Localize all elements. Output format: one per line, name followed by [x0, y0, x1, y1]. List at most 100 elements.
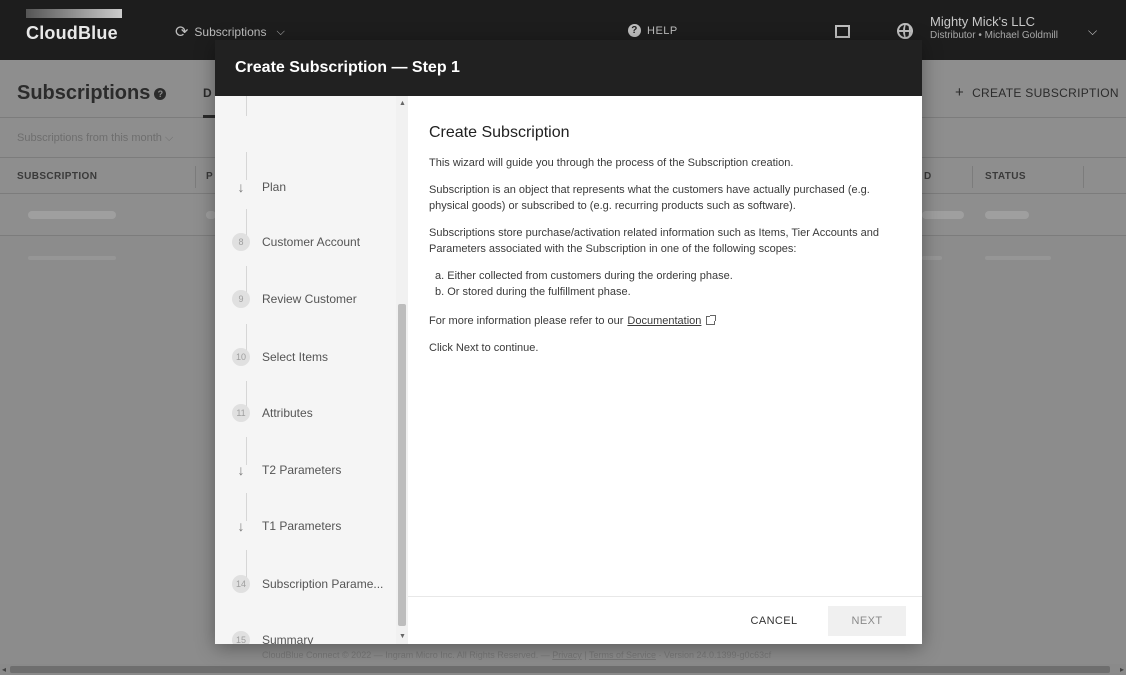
- skeleton-placeholder: [28, 211, 116, 219]
- step-t2-parameters[interactable]: ↓ T2 Parameters: [232, 460, 342, 480]
- scopes-paragraph: Subscriptions store purchase/activation …: [429, 227, 880, 255]
- skeleton-placeholder: [922, 256, 942, 260]
- tab-dashboard[interactable]: D: [203, 86, 212, 100]
- globe-icon[interactable]: [897, 23, 913, 39]
- column-divider: [195, 166, 196, 188]
- privacy-link[interactable]: Privacy: [552, 650, 582, 660]
- create-subscription-label: CREATE SUBSCRIPTION: [972, 86, 1119, 100]
- plus-icon: +: [955, 84, 965, 101]
- help-icon: ?: [628, 24, 641, 37]
- footer-copyright: CloudBlue Connect © 2022 — Ingram Micro …: [262, 650, 553, 660]
- external-link-icon[interactable]: [706, 315, 717, 325]
- footer: CloudBlue Connect © 2022 — Ingram Micro …: [262, 650, 771, 660]
- step-select-items[interactable]: 10 Select Items: [232, 347, 328, 367]
- skeleton-placeholder: [985, 211, 1029, 219]
- help-button[interactable]: ? HELP: [628, 24, 678, 37]
- step-label: Subscription Parame...: [262, 577, 384, 591]
- chat-icon[interactable]: [835, 25, 850, 38]
- create-subscription-button[interactable]: + CREATE SUBSCRIPTION: [955, 84, 1119, 101]
- step-customer-account[interactable]: 8 Customer Account: [232, 232, 360, 252]
- column-subscription[interactable]: SUBSCRIPTION: [17, 171, 97, 182]
- column-divider: [1083, 166, 1084, 188]
- step-subscription-parameters[interactable]: 14 Subscription Parame...: [232, 574, 383, 594]
- step-number: 14: [232, 575, 250, 593]
- logo-text: CloudBlue: [26, 23, 118, 43]
- cloudblue-logo[interactable]: CloudBlue: [18, 9, 128, 49]
- period-filter-label: Subscriptions from this month: [17, 132, 162, 144]
- documentation-paragraph: For more information please refer to our…: [429, 313, 899, 329]
- terms-link[interactable]: Terms of Service: [589, 650, 656, 660]
- column-divider: [972, 166, 973, 188]
- next-button[interactable]: NEXT: [828, 606, 906, 636]
- scroll-up-icon[interactable]: ▲: [399, 100, 406, 107]
- step-number: 9: [232, 290, 250, 308]
- step-plan[interactable]: ↓ Plan: [232, 177, 287, 197]
- documentation-prefix: For more information please refer to our: [429, 315, 624, 327]
- skeleton-placeholder: [922, 211, 964, 219]
- step-number: 8: [232, 233, 250, 251]
- chevron-down-icon: ⌵: [276, 25, 285, 38]
- scroll-right-icon[interactable]: ▸: [1120, 665, 1124, 674]
- continue-paragraph: Click Next to continue.: [429, 342, 539, 354]
- list-item: b. Or stored during the fulfillment phas…: [435, 286, 631, 298]
- period-filter[interactable]: Subscriptions from this month ⌵: [17, 132, 173, 145]
- step-t1-parameters[interactable]: ↓ T1 Parameters: [232, 516, 342, 536]
- help-label: HELP: [647, 24, 678, 37]
- step-label: Review Customer: [262, 292, 357, 306]
- scrollbar-thumb[interactable]: [398, 304, 406, 626]
- list-item: a. Either collected from customers durin…: [435, 270, 733, 282]
- skeleton-placeholder: [28, 256, 116, 260]
- step-label: Attributes: [262, 406, 313, 420]
- create-subscription-dialog: Create Subscription — Step 1 ↓ Plan 8 Cu…: [215, 40, 922, 644]
- page-title-text: Subscriptions: [17, 82, 151, 104]
- step-number: 10: [232, 348, 250, 366]
- step-label: T1 Parameters: [262, 519, 342, 533]
- account-name: Mighty Mick's LLC: [930, 14, 1036, 29]
- column-status[interactable]: STATUS: [985, 171, 1026, 182]
- intro-paragraph: This wizard will guide you through the p…: [429, 157, 794, 169]
- step-connector: [246, 152, 247, 180]
- footer-version: · Version 24.0.1399-g0c63cf: [656, 650, 772, 660]
- page-title: Subscriptions?: [17, 82, 167, 105]
- sync-icon: ⟳: [175, 24, 189, 41]
- wizard-stepper: ↓ Plan 8 Customer Account 9 Review Custo…: [215, 96, 408, 644]
- step-connector: [246, 96, 247, 116]
- step-review-customer[interactable]: 9 Review Customer: [232, 289, 357, 309]
- cancel-button[interactable]: CANCEL: [738, 607, 810, 635]
- arrow-down-icon: ↓: [237, 518, 245, 534]
- arrow-down-icon: ↓: [237, 462, 245, 478]
- info-icon[interactable]: ?: [154, 87, 167, 100]
- skeleton-placeholder: [985, 256, 1051, 260]
- column-d[interactable]: D: [924, 171, 932, 182]
- step-attributes[interactable]: 11 Attributes: [232, 403, 313, 423]
- footer-separator: |: [581, 650, 589, 660]
- wizard-content: Create Subscription This wizard will gui…: [429, 124, 899, 367]
- content-heading: Create Subscription: [429, 124, 570, 141]
- scroll-down-icon[interactable]: ▼: [399, 633, 406, 640]
- step-label: Select Items: [262, 350, 329, 364]
- step-number: 11: [232, 404, 250, 422]
- horizontal-scrollbar[interactable]: ◂ ▸: [0, 664, 1126, 675]
- logo-graphic: [26, 9, 122, 18]
- step-label: T2 Parameters: [262, 463, 342, 477]
- app-switcher[interactable]: ⟳ Subscriptions ⌵: [175, 22, 285, 42]
- documentation-link[interactable]: Documentation: [627, 315, 701, 327]
- step-label: Customer Account: [262, 235, 361, 249]
- step-label: Plan: [262, 180, 287, 194]
- stepper-scrollbar[interactable]: ▲ ▼: [396, 96, 408, 644]
- dialog-footer: CANCEL NEXT: [408, 596, 922, 644]
- account-switcher[interactable]: Mighty Mick's LLC Distributor • Michael …: [930, 14, 1058, 41]
- dialog-title: Create Subscription — Step 1: [235, 59, 460, 76]
- scroll-left-icon[interactable]: ◂: [2, 665, 6, 674]
- dialog-header: Create Subscription — Step 1: [215, 40, 922, 96]
- account-role: Distributor • Michael Goldmill: [930, 30, 1058, 41]
- step-label: Summary: [262, 633, 314, 644]
- step-number: 15: [232, 631, 250, 644]
- step-summary[interactable]: 15 Summary: [232, 630, 313, 644]
- column-p[interactable]: P: [206, 171, 213, 182]
- scopes-list: a. Either collected from customers durin…: [429, 268, 899, 300]
- chevron-down-icon[interactable]: ⌵: [1088, 24, 1097, 39]
- scrollbar-thumb[interactable]: [10, 666, 1110, 673]
- app-switcher-label: Subscriptions: [194, 25, 267, 39]
- definition-paragraph: Subscription is an object that represent…: [429, 184, 870, 212]
